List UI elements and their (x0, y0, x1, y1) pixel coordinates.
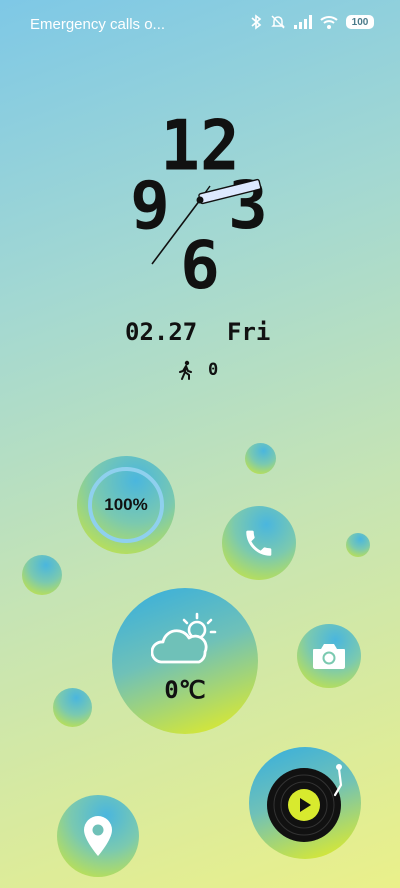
clock-numeral-6: 6 (180, 227, 220, 300)
bubble-decor-2 (346, 533, 370, 557)
wifi-icon (320, 16, 338, 29)
steps-row: 0 (178, 358, 218, 382)
bubble-decor-3 (22, 555, 62, 595)
battery-widget[interactable]: 100% (77, 456, 175, 554)
bubble-decor-1 (245, 443, 276, 474)
camera-icon-wrap (297, 624, 361, 688)
phone-icon-wrap (222, 506, 296, 580)
status-text: Emergency calls o... (30, 16, 166, 33)
clock-center (196, 196, 204, 204)
bubble-decor-4 (53, 688, 92, 727)
date-text: 02.27 (125, 318, 198, 346)
cloud-sun-icon (151, 612, 217, 664)
signal-icon (294, 15, 312, 29)
day-text: Fri (227, 318, 271, 346)
camera-icon (313, 644, 345, 669)
location-pin-icon (84, 816, 112, 856)
phone-icon (246, 530, 272, 556)
steps-count: 0 (208, 360, 219, 380)
weather-widget[interactable]: 0℃ (112, 588, 258, 734)
clock-numeral-3: 3 (228, 167, 268, 244)
phone-button[interactable] (222, 506, 296, 580)
mute-icon (271, 15, 285, 29)
clock-face: 12 9 3 6 (130, 105, 268, 304)
camera-button[interactable] (297, 624, 361, 688)
status-icons: 100 (250, 14, 374, 30)
analog-clock[interactable]: 12 9 3 6 (120, 100, 280, 304)
bluetooth-icon (251, 14, 262, 30)
vinyl-record-icon (267, 764, 343, 842)
date-row: 02.27 Fri (125, 318, 275, 348)
battery-level: 100 (351, 16, 369, 28)
location-icon-wrap (57, 795, 139, 877)
status-bar: Emergency calls o... 100 (0, 0, 400, 52)
weather-temperature: 0℃ (164, 676, 206, 704)
music-player-widget[interactable] (249, 747, 361, 859)
battery-percent: 100% (104, 495, 148, 514)
walking-icon (179, 360, 192, 380)
clock-numeral-9: 9 (130, 167, 170, 244)
battery-icon: 100 (346, 15, 374, 29)
maps-button[interactable] (57, 795, 139, 877)
